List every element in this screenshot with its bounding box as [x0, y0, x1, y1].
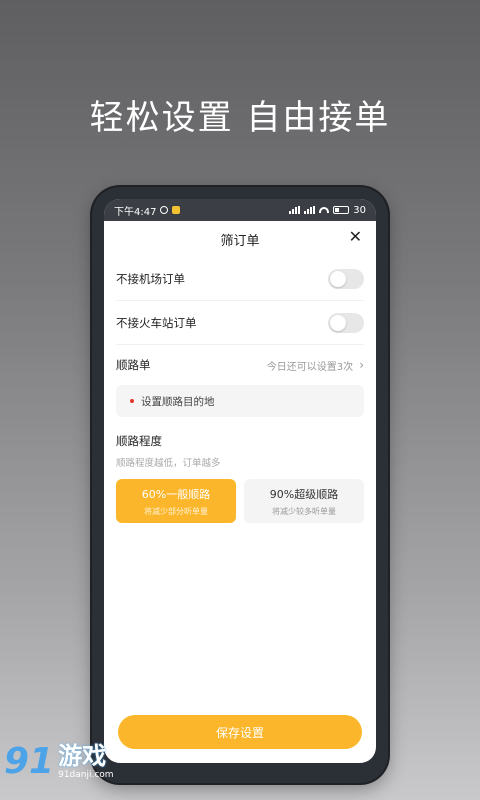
route-level-subtitle: 顺路程度越低，订单越多: [116, 458, 221, 469]
watermark-url: 91danji.com: [58, 770, 114, 780]
status-time: 下午4:47: [114, 206, 157, 218]
alarm-icon: [160, 206, 169, 214]
filter-row-airport: 不接机场订单: [116, 257, 364, 301]
train-station-toggle[interactable]: [328, 312, 364, 333]
filter-label-airport: 不接机场订单: [116, 271, 185, 286]
save-button[interactable]: 保存设置: [118, 715, 362, 749]
signal-icon-2: [304, 206, 316, 214]
route-level-options: 60%一般顺路 将减少部分听单量 90%超级顺路 将减少较多听单量: [116, 479, 364, 523]
toggle-knob: [330, 314, 346, 331]
notification-icon: [172, 206, 181, 214]
watermark-number: 91: [4, 741, 55, 782]
sheet-header: 筛订单 ✕: [104, 221, 376, 257]
sheet-title: 筛订单: [220, 233, 260, 249]
location-dot-icon: [130, 399, 134, 403]
wifi-icon: [319, 207, 330, 213]
phone-screen: 下午4:47 30 筛订单 ✕ 不接机场订单 不接火车站订单 顺路单 今日还可以…: [104, 199, 376, 763]
route-hint-text: 今日还可以设置3次: [266, 361, 354, 373]
option-60-percent[interactable]: 60%一般顺路 将减少部分听单量: [116, 479, 236, 523]
headline: 轻松设置 自由接单: [89, 98, 391, 138]
chevron-right-icon: ›: [359, 358, 364, 372]
close-icon[interactable]: ✕: [349, 229, 362, 245]
route-label: 顺路单: [116, 358, 151, 372]
watermark-logo: 91 游戏 91danji.com: [4, 741, 114, 782]
option-subtitle: 将减少部分听单量: [144, 506, 208, 516]
option-subtitle: 将减少较多听单量: [272, 506, 336, 516]
filter-label-train: 不接火车站订单: [116, 315, 197, 330]
option-90-percent[interactable]: 90%超级顺路 将减少较多听单量: [244, 479, 364, 523]
route-level-title: 顺路程度: [116, 434, 162, 448]
battery-icon: [333, 206, 350, 214]
toggle-knob: [330, 270, 346, 287]
route-hint-link[interactable]: 今日还可以设置3次 ›: [267, 358, 364, 373]
destination-field[interactable]: 设置顺路目的地: [116, 385, 364, 417]
signal-icon: [289, 206, 301, 214]
filter-row-train: 不接火车站订单: [116, 301, 364, 345]
airport-toggle[interactable]: [328, 268, 364, 289]
route-row: 顺路单 今日还可以设置3次 ›: [116, 345, 364, 385]
battery-level: 30: [353, 204, 366, 216]
option-title: 90%超级顺路: [269, 487, 339, 501]
status-bar: 下午4:47 30: [104, 199, 376, 221]
option-title: 60%一般顺路: [141, 487, 211, 501]
destination-placeholder: 设置顺路目的地: [141, 395, 215, 408]
watermark-name: 游戏: [58, 742, 107, 770]
